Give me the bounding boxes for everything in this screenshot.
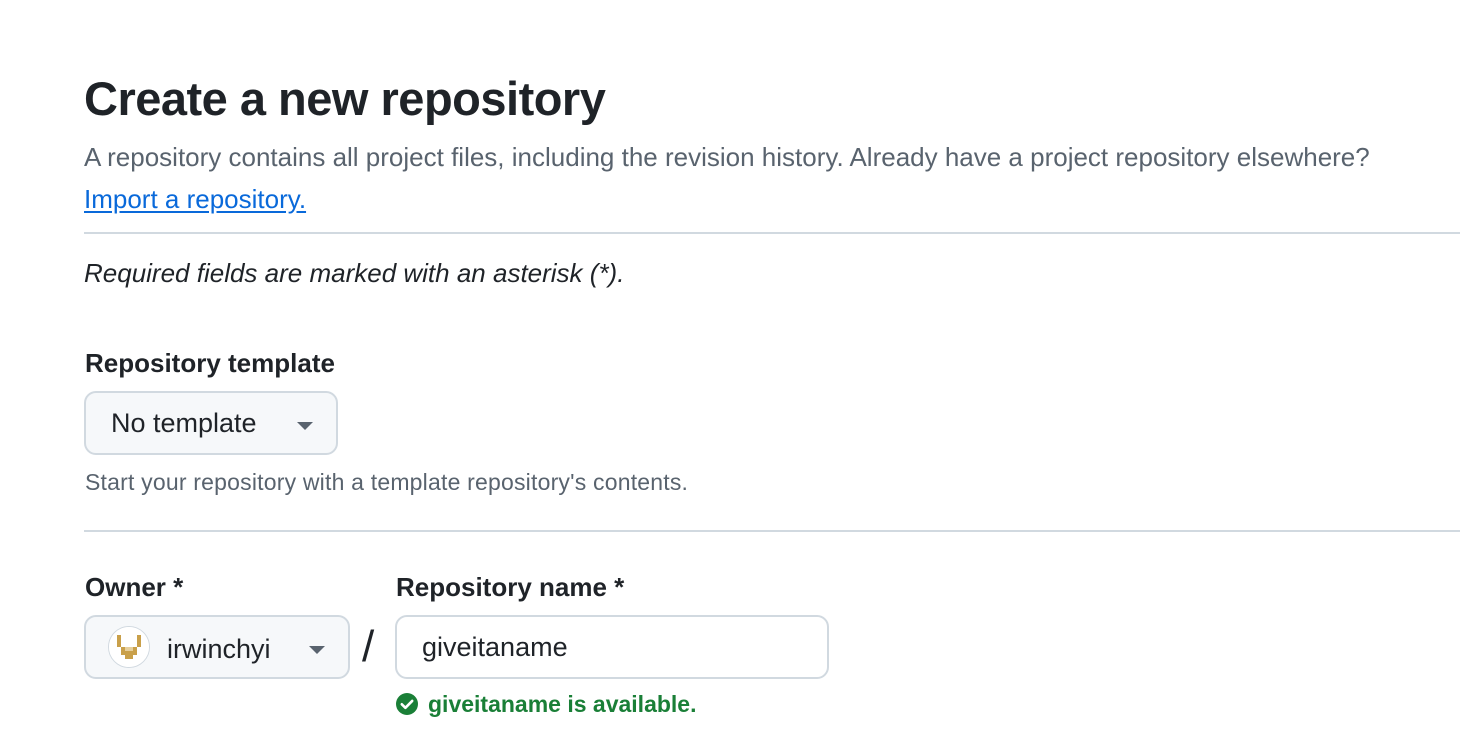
owner-repo-separator: / [362,622,375,671]
required-fields-note: Required fields are marked with an aster… [84,258,625,288]
triangle-down-icon [309,646,325,654]
identicon-avatar [109,627,149,667]
owner-dropdown[interactable]: irwinchyi [84,615,350,679]
name-availability-status: giveitaname is available. [395,688,696,720]
repository-name-input[interactable] [395,615,829,679]
template-hint: Start your repository with a template re… [85,469,689,495]
import-repository-link[interactable]: Import a repository. [84,184,306,214]
repository-template-dropdown[interactable]: No template [84,391,338,455]
owner-label: Owner * [85,572,184,602]
availability-message: giveitaname is available. [428,691,697,717]
create-repository-page: Create a new repository A repository con… [0,0,1460,746]
triangle-down-icon [297,422,313,430]
page-title: Create a new repository [84,72,606,125]
section-divider [84,232,1460,234]
avatar [108,626,150,668]
description-text: A repository contains all project files,… [84,142,1370,172]
repository-name-label: Repository name * [396,572,625,602]
page-description: A repository contains all project files,… [84,136,1414,220]
template-selected-value: No template [111,407,257,438]
section-divider [84,530,1460,532]
check-circle-fill-icon [395,692,419,716]
repository-template-label: Repository template [85,348,335,378]
owner-selected-value: irwinchyi [167,634,271,664]
